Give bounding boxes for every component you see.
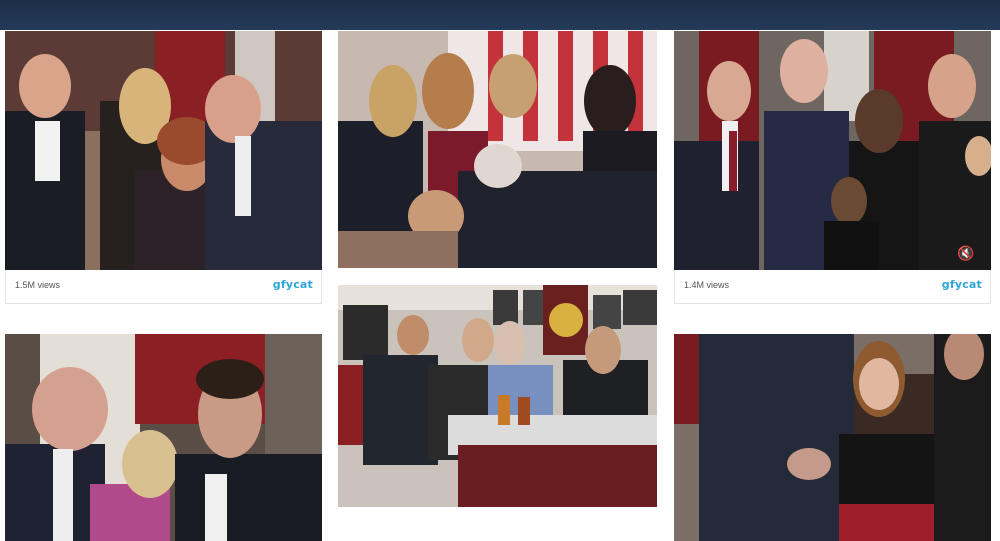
speaker-muted-icon[interactable]: 🔇 bbox=[955, 244, 977, 262]
gif-card-6[interactable] bbox=[674, 334, 991, 541]
gif-thumbnail-6[interactable] bbox=[674, 334, 991, 541]
gif-card-1[interactable]: 1.5M views gfycat bbox=[5, 31, 322, 304]
card-footer-3: 1.4M views gfycat bbox=[674, 270, 991, 304]
top-bar bbox=[0, 0, 1000, 30]
view-count: 1.4M views bbox=[684, 280, 730, 290]
gif-thumbnail-1[interactable] bbox=[5, 31, 322, 270]
gif-thumbnail-3[interactable]: 🔇 bbox=[674, 31, 991, 270]
gif-card-2[interactable] bbox=[338, 31, 657, 268]
gfycat-logo[interactable]: gfycat bbox=[942, 278, 982, 291]
gif-thumbnail-5[interactable] bbox=[338, 285, 657, 507]
gif-thumbnail-4[interactable] bbox=[5, 334, 322, 541]
gif-thumbnail-2[interactable] bbox=[338, 31, 657, 268]
card-footer-1: 1.5M views gfycat bbox=[5, 270, 322, 304]
view-count: 1.5M views bbox=[15, 280, 61, 290]
gif-card-5[interactable] bbox=[338, 285, 657, 507]
gfycat-logo[interactable]: gfycat bbox=[273, 278, 313, 291]
gif-card-4[interactable] bbox=[5, 334, 322, 541]
gif-card-3[interactable]: 🔇 1.4M views gfycat bbox=[674, 31, 991, 304]
